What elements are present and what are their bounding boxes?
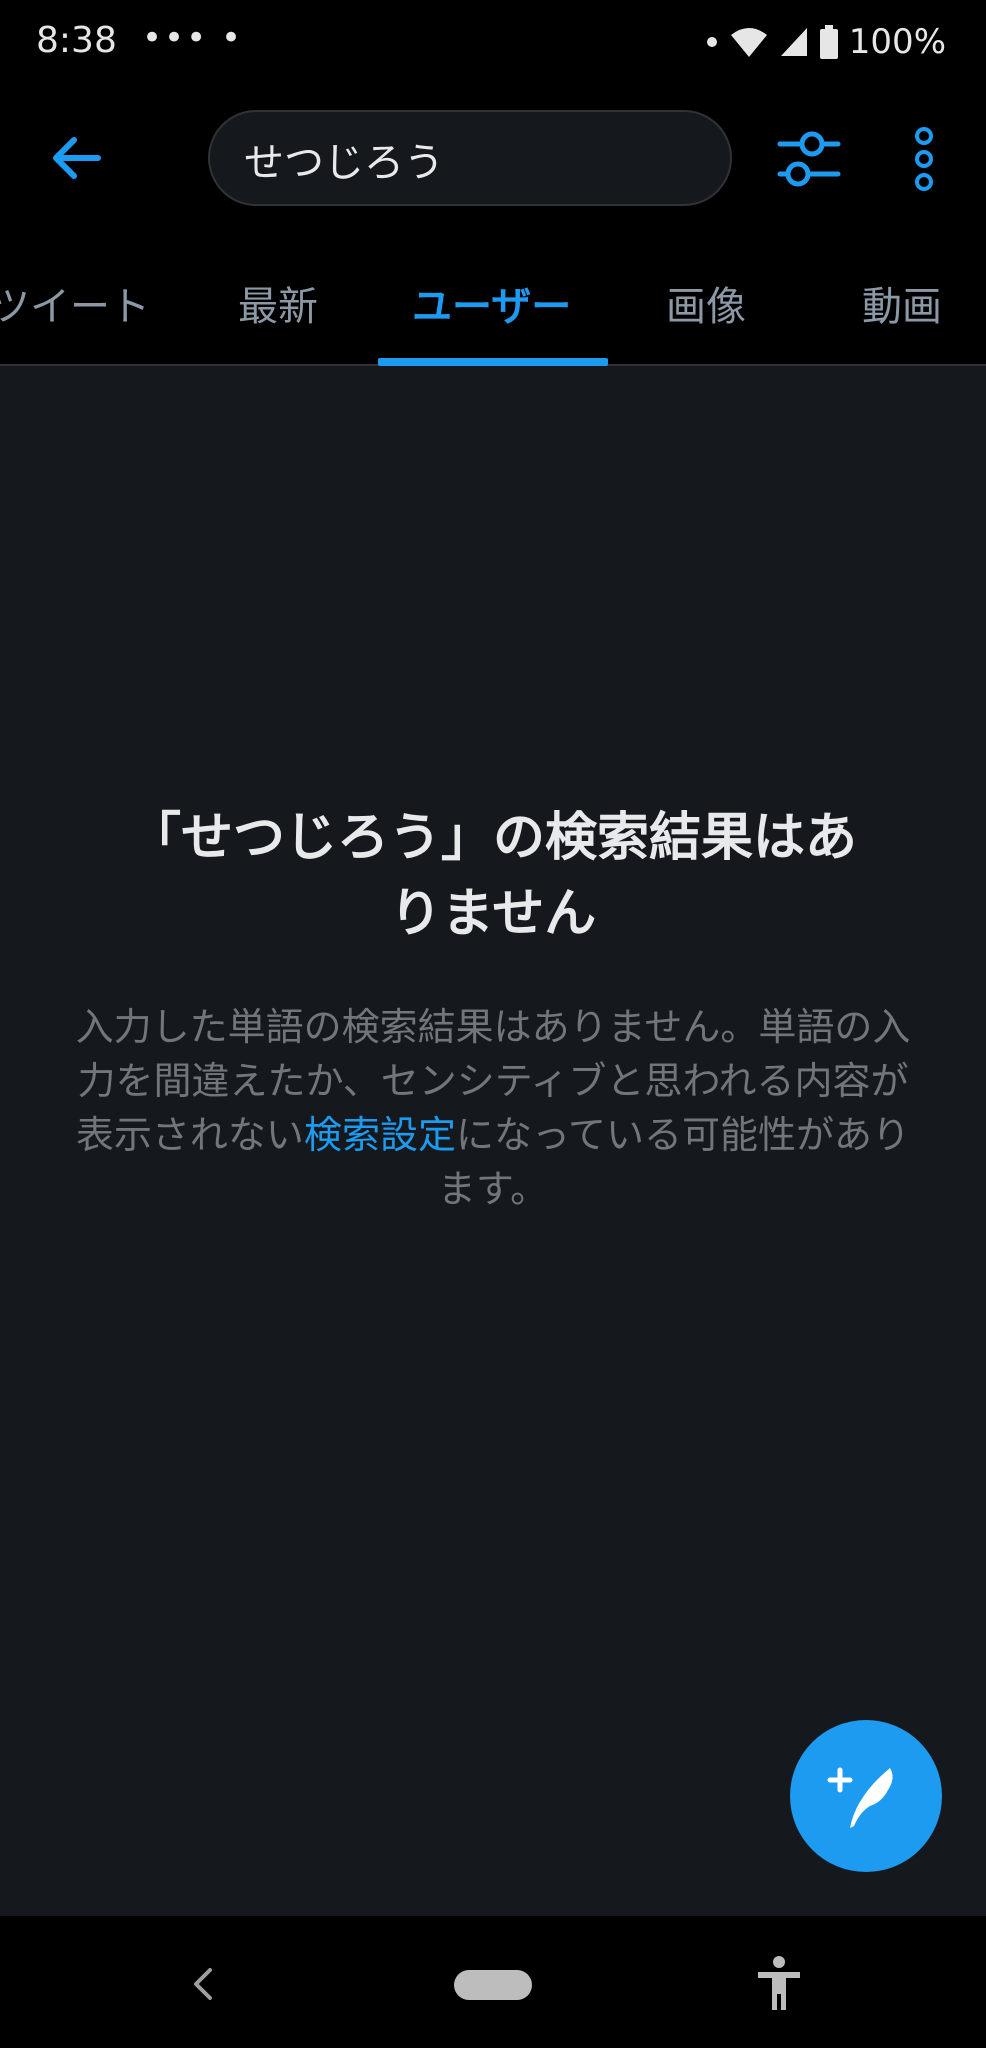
wifi-icon — [730, 28, 767, 57]
tab-videos[interactable]: 動画 — [862, 274, 942, 332]
status-bar: 8:38 ••• • 100% — [0, 0, 986, 86]
compose-tweet-button[interactable] — [790, 1720, 942, 1872]
tab-latest[interactable]: 最新 — [238, 274, 318, 332]
empty-state-title: 「せつじろう」の検索結果はあ りません — [60, 800, 926, 952]
compose-tweet-icon — [827, 1767, 893, 1828]
empty-state-message: 入力した単語の検索結果はありません。単語の入力を間違えたか、センシティブと思われ… — [70, 1000, 916, 1216]
battery-icon — [819, 25, 838, 59]
status-time: 8:38 — [36, 20, 117, 61]
accessibility-button[interactable] — [756, 1956, 802, 2012]
empty-title-line1: 「せつじろう」の検索結果はあ — [128, 808, 857, 868]
empty-title-line2: りません — [389, 884, 597, 944]
active-tab-indicator — [378, 358, 608, 366]
home-pill[interactable] — [454, 1970, 532, 2000]
back-button[interactable] — [46, 128, 106, 188]
accessibility-icon — [758, 1956, 800, 2010]
more-vertical-icon — [915, 127, 933, 191]
search-settings-link[interactable]: 検索設定 — [304, 1113, 456, 1157]
filter-button[interactable] — [776, 126, 842, 192]
search-tabs: ツイート 最新 ユーザー 画像 動画 — [0, 238, 986, 366]
search-header — [0, 86, 986, 238]
nav-back-icon — [194, 1968, 212, 2000]
signal-icon — [780, 28, 807, 56]
arrow-left-icon — [53, 137, 101, 179]
dot-icon — [706, 37, 717, 47]
sliders-icon — [777, 131, 841, 187]
tab-users[interactable]: ユーザー — [412, 274, 571, 332]
empty-message-text-end: になっている可能性があります。 — [437, 1113, 911, 1211]
battery-percent: 100% — [848, 22, 946, 62]
tab-tweets[interactable]: ツイート — [0, 274, 150, 332]
more-options-button[interactable] — [906, 126, 942, 192]
search-box[interactable] — [208, 110, 732, 206]
search-input[interactable] — [242, 112, 706, 206]
status-indicators: 100% — [705, 22, 946, 62]
tab-images[interactable]: 画像 — [666, 274, 746, 332]
notification-dots: ••• • — [142, 18, 244, 58]
nav-back-button[interactable] — [188, 1964, 218, 2004]
